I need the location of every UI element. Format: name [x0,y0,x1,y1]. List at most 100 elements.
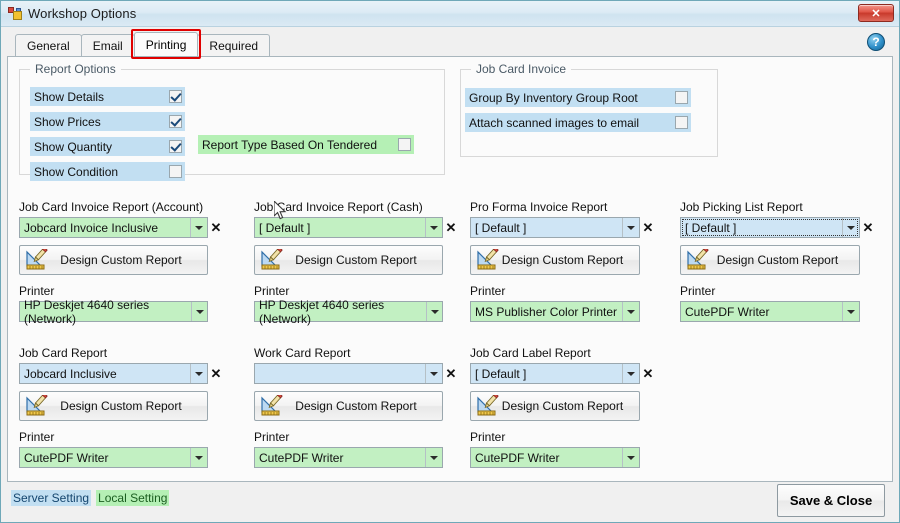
design-custom-report-button[interactable]: Design Custom Report [19,245,208,275]
design-custom-report-label: Design Custom Report [295,253,417,267]
report-select[interactable]: [ Default ] [254,217,443,238]
report-block-label: Job Card Invoice Report (Account) [19,200,204,214]
printer-select-value: HP Deskjet 4640 series (Network) [24,297,150,326]
printer-select-value: MS Publisher Color Printer [475,304,618,319]
report-type-based-on-tendered-row[interactable]: Report Type Based On Tendered [198,135,414,154]
tab-required[interactable]: Required [197,34,271,56]
jci-checkbox[interactable] [675,116,688,129]
clear-report-icon[interactable]: ✕ [443,217,459,238]
report-select[interactable]: Jobcard Inclusive [19,363,208,384]
report-select-value: [ Default ] [475,366,527,381]
tab-email[interactable]: Email [80,34,135,56]
printer-select-row: HP Deskjet 4640 series (Network) [19,298,208,326]
printer-label: Printer [254,430,290,444]
printer-select-value: HP Deskjet 4640 series (Network) [259,297,385,326]
report-options-title: Report Options [30,62,121,76]
design-custom-report-button[interactable]: Design Custom Report [680,245,860,275]
design-custom-report-button[interactable]: Design Custom Report [19,391,208,421]
option-row-show-quantity[interactable]: Show Quantity [30,137,185,156]
report-select[interactable]: [ Default ] [470,363,640,384]
option-checkbox[interactable] [169,90,182,103]
report-block-label: Work Card Report [254,346,351,360]
report-select[interactable]: Jobcard Invoice Inclusive [19,217,208,238]
chevron-down-icon[interactable] [191,302,207,321]
chevron-down-icon[interactable] [425,218,442,237]
report-select-value: [ Default ] [475,220,527,235]
chevron-down-icon[interactable] [190,218,207,237]
report-select[interactable]: [ Default ] [680,217,860,238]
chevron-down-icon[interactable] [190,364,207,383]
design-custom-report-button[interactable]: Design Custom Report [254,245,443,275]
report-select-row: [ Default ] ✕ [470,363,656,384]
save-and-close-button[interactable]: Save & Close [777,484,885,517]
jci-label: Group By Inventory Group Root [469,90,638,105]
printer-select[interactable]: CutePDF Writer [19,447,208,468]
option-row-show-prices[interactable]: Show Prices [30,112,185,131]
option-row-show-details[interactable]: Show Details [30,87,185,106]
option-checkbox[interactable] [169,115,182,128]
report-block-job-card-report: Job Card Report Jobcard Inclusive ✕ Design … [19,346,224,468]
design-custom-report-button[interactable]: Design Custom Report [470,391,640,421]
chevron-down-icon[interactable] [425,448,442,467]
report-select[interactable] [254,363,443,384]
printer-select-row: CutePDF Writer [19,447,208,468]
printer-select[interactable]: CutePDF Writer [470,447,640,468]
design-custom-report-label: Design Custom Report [60,253,182,267]
tab-printing[interactable]: Printing [133,32,199,56]
option-checkbox[interactable] [169,140,182,153]
chevron-down-icon[interactable] [425,364,442,383]
report-block-label: Job Card Report [19,346,108,360]
clear-report-icon[interactable]: ✕ [640,217,656,238]
chevron-down-icon[interactable] [622,302,639,321]
chevron-down-icon[interactable] [426,302,442,321]
chevron-down-icon[interactable] [622,218,639,237]
printer-select[interactable]: MS Publisher Color Printer [470,301,640,322]
printer-select[interactable]: CutePDF Writer [680,301,860,322]
option-checkbox[interactable] [169,165,182,178]
printer-select[interactable]: HP Deskjet 4640 series (Network) [19,298,208,326]
report-type-based-on-tendered-checkbox[interactable] [398,138,411,151]
footer-bar: Server Setting Local Setting Save & Close [1,482,899,522]
design-custom-report-button[interactable]: Design Custom Report [254,391,443,421]
printer-label: Printer [470,284,506,298]
report-select-value: Jobcard Invoice Inclusive [24,220,159,235]
jci-label: Attach scanned images to email [469,115,640,130]
workshop-options-window: Workshop Options ✕ General Email Printing R… [0,0,900,523]
report-block-job-card-invoice-report-account: Job Card Invoice Report (Account) Jobcard… [19,200,224,326]
option-label: Show Details [34,89,105,104]
chevron-down-icon[interactable] [842,218,859,237]
tab-label: Required [209,38,259,53]
tab-strip: General Email Printing Required [15,32,899,56]
design-report-icon [25,392,49,417]
chevron-down-icon[interactable] [622,364,639,383]
chevron-down-icon[interactable] [842,302,859,321]
design-custom-report-button[interactable]: Design Custom Report [470,245,640,275]
report-select[interactable]: [ Default ] [470,217,640,238]
close-button[interactable]: ✕ [858,4,894,22]
clear-report-icon[interactable]: ✕ [860,217,876,238]
option-label: Show Prices [34,114,101,129]
clear-report-icon[interactable]: ✕ [208,217,224,238]
chevron-down-icon[interactable] [622,448,639,467]
chevron-down-icon[interactable] [190,448,207,467]
report-select-row: [ Default ] ✕ [680,217,876,238]
printer-select-row: CutePDF Writer [470,447,640,468]
legend-server-setting: Server Setting [11,490,92,506]
report-select-value: Jobcard Inclusive [24,366,117,381]
clear-report-icon[interactable]: ✕ [640,363,656,384]
printer-select-value: CutePDF Writer [259,450,344,465]
clear-report-icon[interactable]: ✕ [443,363,459,384]
option-row-show-condition[interactable]: Show Condition [30,162,185,181]
design-custom-report-label: Design Custom Report [716,253,839,267]
jci-checkbox[interactable] [675,91,688,104]
jci-row-attach-scanned-images-to-email[interactable]: Attach scanned images to email [465,113,691,132]
clear-report-icon[interactable]: ✕ [208,363,224,384]
printer-select[interactable]: CutePDF Writer [254,447,443,468]
jci-row-group-by-inventory-group-root[interactable]: Group By Inventory Group Root [465,88,691,107]
tab-general[interactable]: General [15,34,82,56]
printer-select-row: HP Deskjet 4640 series (Network) [254,298,443,326]
printer-select-value: CutePDF Writer [24,450,109,465]
title-bar: Workshop Options ✕ [1,1,899,27]
printer-select[interactable]: HP Deskjet 4640 series (Network) [254,298,443,326]
printer-label: Printer [470,430,506,444]
